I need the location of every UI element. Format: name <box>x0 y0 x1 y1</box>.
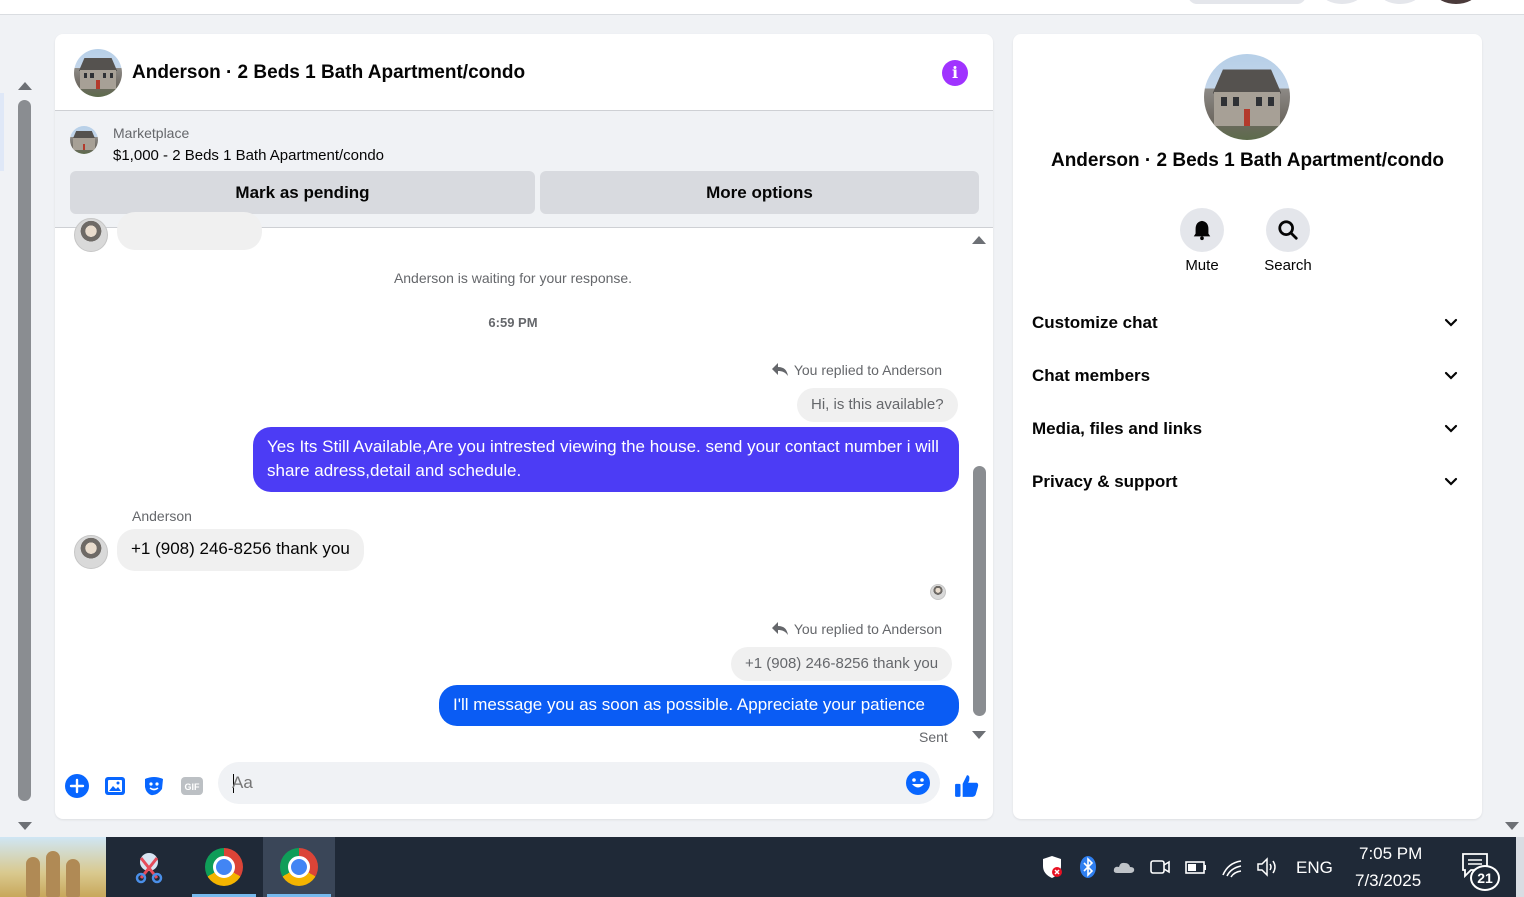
sent-message-bubble[interactable]: I'll message you as soon as possible. Ap… <box>439 685 959 726</box>
section-label: Customize chat <box>1032 313 1158 332</box>
sent-message-bubble[interactable]: Yes Its Still Available,Are you intreste… <box>253 427 959 492</box>
section-label: Privacy & support <box>1032 472 1178 491</box>
bell-icon <box>1193 220 1211 241</box>
listing-price-title[interactable]: $1,000 - 2 Beds 1 Bath Apartment/condo <box>113 147 384 164</box>
reply-arrow-icon <box>771 622 788 635</box>
previous-message-bubble <box>117 212 262 250</box>
chat-title[interactable]: Anderson · 2 Beds 1 Bath Apartment/condo <box>132 62 525 84</box>
read-receipt-avatar <box>930 584 946 600</box>
message-composer: GIF <box>55 748 993 819</box>
messages-scroll-up-icon[interactable] <box>972 236 986 244</box>
section-media-files-links[interactable]: Media, files and links <box>1013 409 1482 449</box>
reply-hint: You replied to Anderson <box>771 621 942 637</box>
reply-hint-text: You replied to Anderson <box>793 621 942 637</box>
top-messenger-button[interactable] <box>1380 0 1420 4</box>
chevron-down-icon <box>1444 371 1458 380</box>
profile-avatar[interactable] <box>1204 54 1290 140</box>
taskbar-app-chrome-profile[interactable] <box>263 837 335 897</box>
sidebar-active-indicator <box>0 93 4 171</box>
chrome-icon <box>205 848 243 886</box>
waiting-notice: Anderson is waiting for your response. <box>393 270 633 286</box>
section-label: Chat members <box>1032 366 1151 385</box>
top-search-pill[interactable] <box>1188 0 1306 4</box>
page-scrollbar[interactable] <box>0 15 38 837</box>
conversation-info-panel: Anderson · 2 Beds 1 Bath Apartment/condo… <box>1013 34 1482 819</box>
sticker-icon[interactable] <box>142 774 166 798</box>
photo-icon[interactable] <box>103 774 127 798</box>
marketplace-label: Marketplace <box>113 125 190 141</box>
chevron-down-icon <box>1444 318 1458 327</box>
search-icon <box>1278 220 1298 240</box>
start-button-wallpaper[interactable] <box>0 837 106 897</box>
chevron-down-icon <box>1444 477 1458 486</box>
marketplace-banner: Marketplace $1,000 - 2 Beds 1 Bath Apart… <box>55 111 993 228</box>
clock-time[interactable]: 7:05 PM <box>1359 844 1422 864</box>
chat-window: Anderson · 2 Beds 1 Bath Apartment/condo… <box>55 34 993 819</box>
svg-text:GIF: GIF <box>185 782 201 792</box>
page-scroll-down-icon[interactable] <box>1505 822 1519 830</box>
notification-count-badge: 21 <box>1470 865 1500 891</box>
listing-avatar[interactable] <box>74 49 122 97</box>
message-list: Anderson is waiting for your response. 6… <box>55 212 993 748</box>
emoji-icon[interactable] <box>906 771 930 795</box>
message-timestamp: 6:59 PM <box>488 315 538 330</box>
quoted-message[interactable]: +1 (908) 246-8256 thank you <box>731 647 953 681</box>
search-label: Search <box>1264 257 1312 274</box>
search-button[interactable] <box>1266 208 1310 252</box>
quoted-message[interactable]: Hi, is this available? <box>797 388 958 422</box>
taskbar-app-chrome[interactable] <box>188 837 260 897</box>
top-navigation-bar <box>0 0 1524 15</box>
chat-header: Anderson · 2 Beds 1 Bath Apartment/condo… <box>55 34 993 111</box>
mute-label: Mute <box>1185 257 1219 274</box>
profile-title: Anderson · 2 Beds 1 Bath Apartment/condo <box>1050 150 1445 171</box>
gif-icon[interactable]: GIF <box>180 774 204 798</box>
sender-avatar[interactable] <box>74 535 108 569</box>
messages-scrollbar-thumb[interactable] <box>973 466 986 716</box>
info-icon[interactable]: i <box>942 60 968 86</box>
volume-icon[interactable] <box>1255 855 1279 879</box>
account-avatar[interactable] <box>1436 0 1476 4</box>
avatar[interactable] <box>74 218 108 252</box>
reply-hint: You replied to Anderson <box>771 362 942 378</box>
messages-scroll-down-icon[interactable] <box>972 731 986 739</box>
thumbs-up-icon[interactable] <box>954 773 980 799</box>
more-options-button[interactable]: More options <box>540 171 979 214</box>
onedrive-icon[interactable] <box>1112 855 1136 879</box>
mark-as-pending-button[interactable]: Mark as pending <box>70 171 535 214</box>
windows-taskbar: ENG 7:05 PM 7/3/2025 21 <box>0 837 1524 897</box>
section-chat-members[interactable]: Chat members <box>1013 356 1482 396</box>
received-message-bubble[interactable]: +1 (908) 246-8256 thank you <box>117 529 364 571</box>
taskbar-app-snipping[interactable] <box>113 837 185 897</box>
top-menu-button[interactable] <box>1322 0 1362 4</box>
sender-name: Anderson <box>132 508 192 524</box>
snipping-tool-icon <box>135 853 163 884</box>
security-shield-icon[interactable] <box>1040 855 1064 879</box>
bluetooth-icon[interactable] <box>1076 855 1100 879</box>
clock-date[interactable]: 7/3/2025 <box>1355 871 1421 891</box>
language-indicator[interactable]: ENG <box>1296 858 1333 878</box>
reply-arrow-icon <box>771 363 788 376</box>
reply-hint-text: You replied to Anderson <box>793 362 942 378</box>
section-privacy-support[interactable]: Privacy & support <box>1013 462 1482 502</box>
message-input[interactable] <box>232 762 882 804</box>
wifi-icon[interactable] <box>1220 855 1244 879</box>
scroll-down-arrow-icon[interactable] <box>18 822 32 830</box>
plus-icon[interactable] <box>65 774 89 798</box>
page-scrollbar-thumb[interactable] <box>18 100 31 801</box>
chevron-down-icon <box>1444 424 1458 433</box>
scroll-up-arrow-icon[interactable] <box>18 82 32 90</box>
listing-thumbnail[interactable] <box>70 126 98 154</box>
show-desktop-button[interactable] <box>1516 837 1524 897</box>
chrome-icon <box>280 848 318 886</box>
message-input-box[interactable] <box>218 762 940 804</box>
battery-icon[interactable] <box>1184 855 1208 879</box>
mute-button[interactable] <box>1180 208 1224 252</box>
section-customize-chat[interactable]: Customize chat <box>1013 303 1482 343</box>
message-status: Sent <box>919 729 948 745</box>
meet-now-icon[interactable] <box>1148 855 1172 879</box>
section-label: Media, files and links <box>1032 419 1203 438</box>
